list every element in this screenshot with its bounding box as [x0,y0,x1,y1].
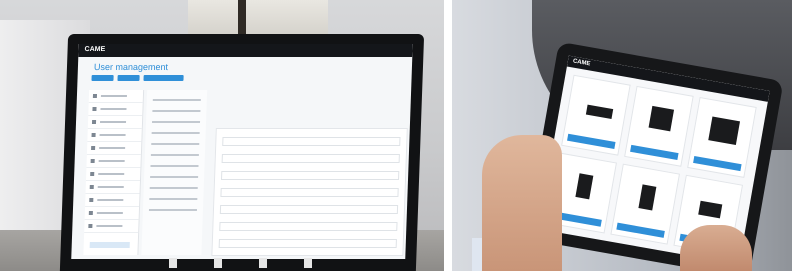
tablet-photo: CAME [452,0,792,271]
device-tile [610,163,681,245]
taskbar-icon [213,258,222,268]
brand-logo: CAME [84,46,106,53]
sidebar-item [85,168,141,181]
tile-buttons [567,133,616,149]
sidebar-item [84,207,140,220]
toolbar-button [143,75,184,81]
toolbar [91,75,184,81]
page-title: User management [93,62,169,72]
barrier-icon [585,104,614,119]
detail-panel [211,128,408,256]
door-icon [638,184,657,211]
list-column [141,90,208,255]
sidebar-item [85,181,140,194]
pagination [89,242,130,248]
laptop-photo: CAME User management [0,0,444,271]
sidebar-item [88,103,143,116]
right-hand [680,225,752,271]
laptop-taskbar [150,255,330,271]
taskbar-icon [303,258,312,268]
taskbar-icon [258,258,267,268]
laptop-screen: CAME User management [71,44,413,259]
tile-buttons [693,155,742,172]
sidebar [83,90,145,255]
sidebar-item [86,155,141,168]
image-divider [444,0,452,271]
gate-icon [648,105,675,132]
toolbar-button [117,75,140,81]
app-topbar: CAME [78,44,413,57]
garage-icon [708,116,741,145]
bollard-icon [698,200,723,219]
device-tile [687,96,757,178]
tile-buttons [616,222,665,238]
sidebar-item [86,142,142,155]
sidebar-item [84,220,139,233]
sidebar-item [88,90,144,103]
sidebar-item [87,116,143,129]
device-tile [561,74,631,156]
toolbar-button [91,75,114,81]
brand-logo: CAME [572,58,591,68]
door-icon [575,173,594,200]
device-tile [624,85,694,167]
sidebar-item [85,194,140,207]
sidebar-item [87,129,142,142]
left-hand [482,135,562,271]
taskbar-icon [168,258,177,268]
tile-buttons [630,144,679,161]
